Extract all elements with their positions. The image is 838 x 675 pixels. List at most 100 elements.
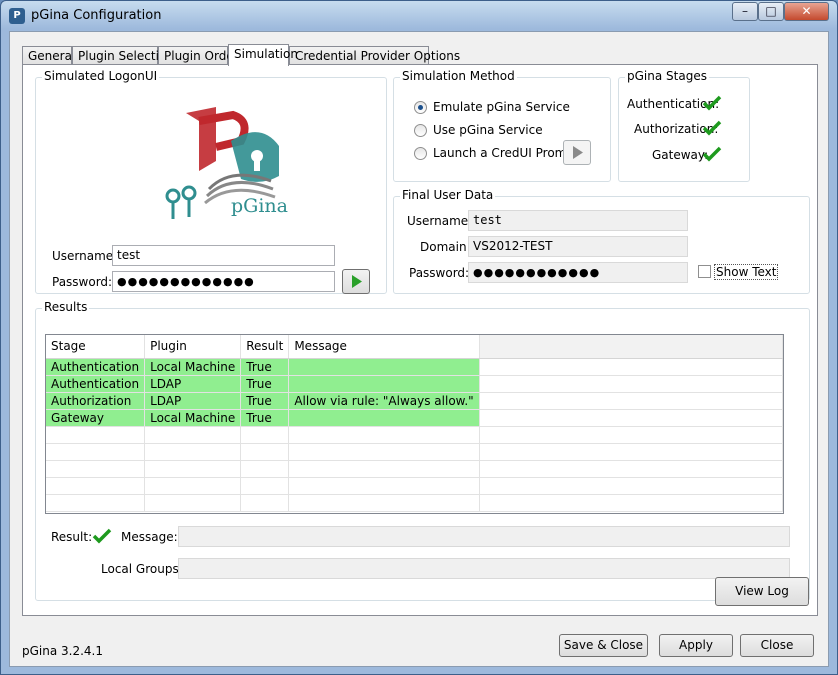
minimize-button[interactable]: –: [732, 2, 758, 21]
simulation-tab-page: Simulated LogonUI pGina Username: test P…: [22, 64, 818, 616]
cell-result: True: [240, 375, 290, 393]
cell-filler: [479, 375, 783, 393]
simulation-method-group: Simulation Method Emulate pGina Service …: [393, 69, 611, 182]
table-row[interactable]: Gateway Local Machine True: [46, 409, 783, 427]
simulation-method-title: Simulation Method: [400, 69, 517, 83]
logon-submit-button[interactable]: [342, 269, 370, 294]
logon-username-input[interactable]: test: [112, 245, 335, 266]
cell-filler: [479, 392, 783, 410]
final-user-data-title: Final User Data: [400, 188, 496, 202]
tab-plugin-selection[interactable]: Plugin Selection: [72, 46, 174, 65]
view-log-button[interactable]: View Log: [715, 577, 809, 606]
cell-result: True: [240, 409, 290, 427]
final-username-field: test: [468, 210, 688, 231]
simulated-logonui-title: Simulated LogonUI: [42, 69, 160, 83]
results-grid[interactable]: Stage Plugin Result Message Authenticati…: [45, 334, 784, 514]
cell-stage: Authentication: [46, 375, 146, 393]
play-icon: [573, 146, 583, 159]
column-header-result[interactable]: Result: [240, 335, 290, 359]
pgina-stages-title: pGina Stages: [625, 69, 709, 83]
message-label: Message:: [121, 530, 178, 544]
results-header-row: Stage Plugin Result Message: [46, 335, 783, 359]
close-window-button[interactable]: ✕: [784, 2, 829, 21]
radio-emulate-service[interactable]: Emulate pGina Service: [414, 100, 570, 114]
column-header-stage[interactable]: Stage: [46, 335, 146, 359]
cell-plugin: LDAP: [144, 392, 242, 410]
radio-use-service-label: Use pGina Service: [433, 123, 543, 137]
apply-button[interactable]: Apply: [659, 634, 733, 657]
window-title: pGina Configuration: [31, 8, 162, 23]
result-label: Result:: [51, 530, 93, 544]
empty-row: [46, 494, 783, 512]
results-table: Stage Plugin Result Message Authenticati…: [46, 335, 783, 512]
logon-password-label: Password:: [52, 275, 113, 289]
show-text-checkbox[interactable]: [698, 265, 711, 278]
pgina-app-icon: P: [9, 8, 25, 24]
cell-filler: [479, 358, 783, 376]
cell-message: Allow via rule: "Always allow.": [288, 392, 480, 410]
final-password-label: Password:: [409, 266, 470, 280]
column-header-plugin[interactable]: Plugin: [144, 335, 242, 359]
tab-credential-provider-options[interactable]: Credential Provider Options: [289, 46, 460, 65]
stage-gateway-label: Gateway:: [652, 148, 709, 162]
final-domain-label: Domain:: [420, 240, 471, 254]
radio-button[interactable]: [414, 147, 427, 160]
cell-plugin: LDAP: [144, 375, 242, 393]
tab-simulation[interactable]: Simulation: [228, 44, 298, 66]
check-icon: [702, 120, 722, 136]
empty-row: [46, 460, 783, 478]
cell-plugin: Local Machine: [144, 358, 242, 376]
check-icon: [702, 146, 722, 162]
table-row[interactable]: Authentication Local Machine True: [46, 358, 783, 376]
table-row[interactable]: Authorization LDAP True Allow via rule: …: [46, 392, 783, 410]
credui-launch-button[interactable]: [563, 140, 591, 165]
pgina-logo-text: pGina: [231, 195, 288, 217]
results-group: Results Stage Plugin Result Message Auth…: [35, 300, 810, 601]
final-password-field: ●●●●●●●●●●●●: [468, 262, 688, 283]
final-domain-field: VS2012-TEST: [468, 236, 688, 257]
logon-username-label: Username:: [52, 249, 118, 263]
check-icon: [92, 528, 112, 544]
radio-button[interactable]: [414, 124, 427, 137]
radio-credui-prompt[interactable]: Launch a CredUI Prompt: [414, 146, 579, 160]
cell-result: True: [240, 392, 290, 410]
pgina-stages-group: pGina Stages Authentication: Authorizati…: [618, 69, 750, 182]
tab-plugin-order[interactable]: Plugin Order: [158, 46, 239, 65]
logon-password-input[interactable]: ●●●●●●●●●●●●●: [112, 271, 335, 292]
table-row[interactable]: Authentication LDAP True: [46, 375, 783, 393]
cell-filler: [479, 409, 783, 427]
title-bar[interactable]: P pGina Configuration – □ ✕: [1, 1, 837, 31]
version-text: pGina 3.2.4.1: [22, 644, 104, 658]
cell-result: True: [240, 358, 290, 376]
radio-use-service[interactable]: Use pGina Service: [414, 123, 543, 137]
radio-button-checked[interactable]: [414, 101, 427, 114]
cell-stage: Authentication: [46, 358, 146, 376]
tab-general[interactable]: General: [22, 46, 75, 65]
cell-stage: Gateway: [46, 409, 146, 427]
show-text-label[interactable]: Show Text: [714, 264, 779, 280]
column-header-filler: [479, 335, 783, 359]
final-username-label: Username:: [407, 214, 473, 228]
empty-row: [46, 443, 783, 461]
save-close-button[interactable]: Save & Close: [559, 634, 648, 657]
simulated-logonui-group: Simulated LogonUI pGina Username: test P…: [35, 69, 387, 294]
cell-message: [288, 409, 480, 427]
close-button[interactable]: Close: [740, 634, 814, 657]
dialog-body: General Plugin Selection Plugin Order Si…: [9, 31, 829, 667]
maximize-button[interactable]: □: [758, 2, 784, 21]
play-icon: [352, 275, 362, 288]
column-header-message[interactable]: Message: [288, 335, 480, 359]
cell-stage: Authorization: [46, 392, 146, 410]
cell-message: [288, 358, 480, 376]
radio-emulate-label: Emulate pGina Service: [433, 100, 570, 114]
local-groups-field: [178, 558, 790, 579]
empty-row: [46, 426, 783, 444]
results-title: Results: [42, 300, 90, 314]
empty-row: [46, 477, 783, 495]
cell-message: [288, 375, 480, 393]
app-window: P pGina Configuration – □ ✕ General Plug…: [0, 0, 838, 675]
local-groups-label: Local Groups:: [101, 562, 183, 576]
radio-credui-label: Launch a CredUI Prompt: [433, 146, 579, 160]
cell-plugin: Local Machine: [144, 409, 242, 427]
final-user-data-group: Final User Data Username: test Domain: V…: [393, 188, 810, 294]
